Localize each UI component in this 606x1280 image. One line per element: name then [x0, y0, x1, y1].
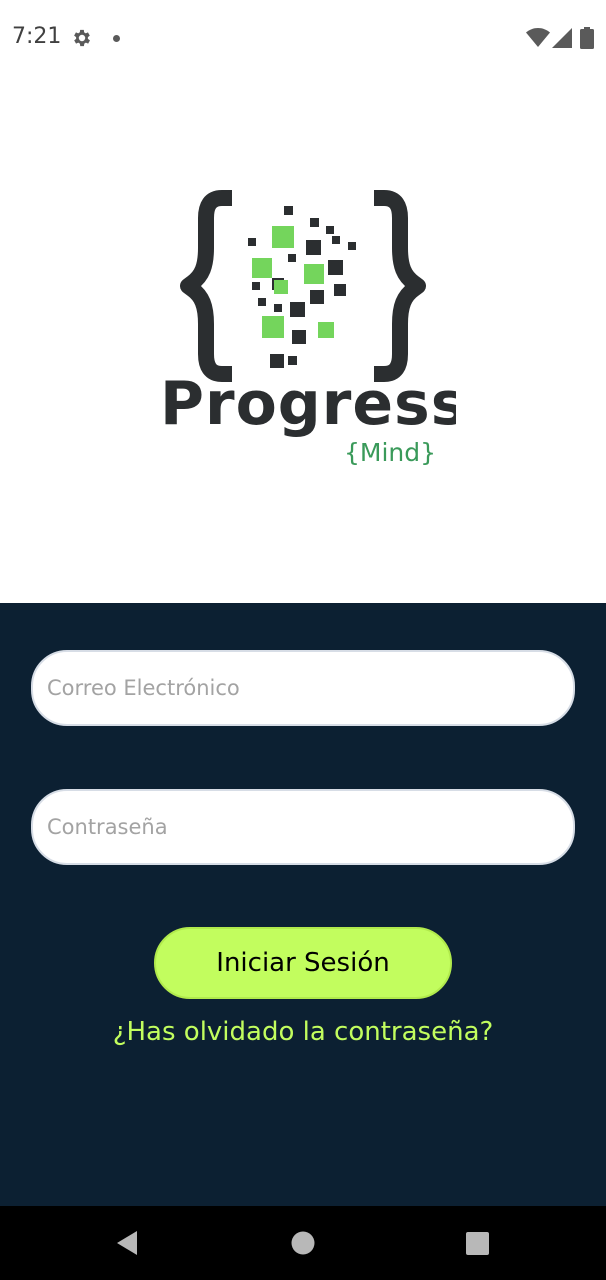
- status-bar: 7:21: [0, 0, 606, 76]
- back-icon[interactable]: [115, 1230, 139, 1256]
- home-icon[interactable]: [291, 1231, 315, 1255]
- logo-area: Progress {Mind}: [0, 76, 606, 603]
- sub-brand-text: {Mind}: [344, 438, 436, 467]
- recents-icon[interactable]: [466, 1232, 489, 1255]
- login-screen: 7:21 Progress {Mind} Correo Electrónico …: [0, 0, 606, 1280]
- brand-text: Progress: [160, 369, 456, 439]
- battery-icon: [580, 27, 594, 49]
- gear-icon: [74, 29, 90, 47]
- signal-icon: [552, 28, 572, 48]
- status-time: 7:21: [12, 24, 62, 49]
- email-field[interactable]: [31, 650, 575, 726]
- navigation-bar: [0, 1206, 606, 1280]
- login-button[interactable]: Iniciar Sesión: [154, 927, 452, 999]
- login-panel: Iniciar Sesión ¿Has olvidado la contrase…: [0, 603, 606, 1206]
- password-field[interactable]: [31, 789, 575, 865]
- progress-mind-logo: Progress {Mind}: [160, 190, 456, 467]
- forgot-password-link[interactable]: ¿Has olvidado la contraseña?: [0, 1017, 606, 1047]
- wifi-icon: [526, 28, 550, 47]
- notification-dot-icon: [113, 35, 120, 42]
